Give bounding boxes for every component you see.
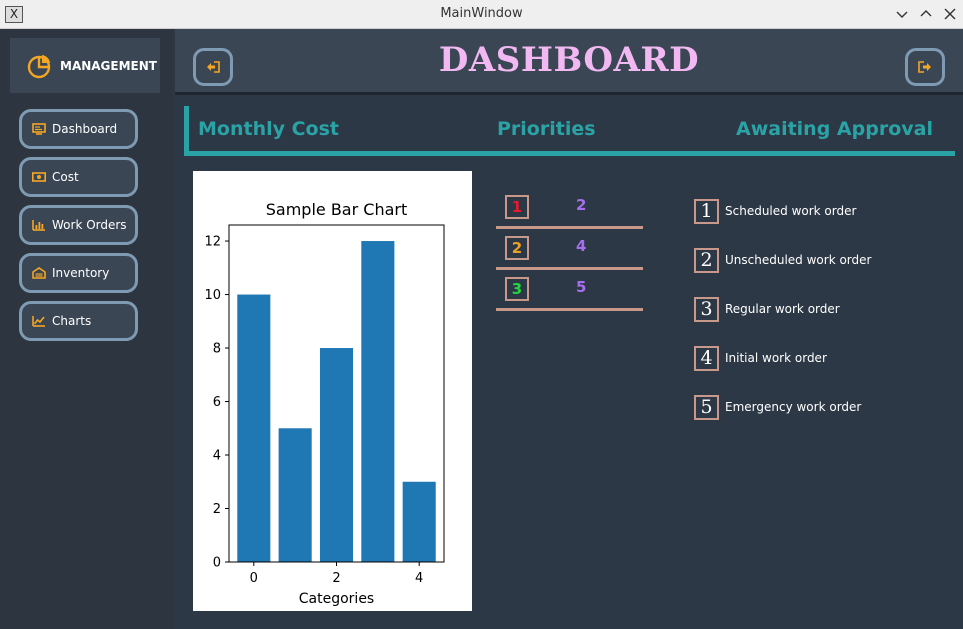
awaiting-number: 2 (694, 247, 719, 273)
awaiting-item: 3 Regular work order (694, 296, 840, 322)
tab-monthly-cost: Monthly Cost (198, 118, 339, 140)
close-button[interactable] (940, 4, 960, 24)
y-tick-label: 8 (213, 342, 221, 357)
y-tick-label: 12 (204, 235, 221, 250)
y-tick-label: 0 (213, 556, 221, 571)
chart-bar (237, 294, 271, 562)
awaiting-label: Scheduled work order (725, 204, 857, 218)
bar-chart-icon (32, 220, 45, 231)
bar-chart: Sample Bar Chart 0 2 4 6 8 10 12 0 2 4 Categories (204, 200, 445, 607)
sidebar-item-inventory[interactable]: Inventory (19, 253, 138, 293)
chevron-down-icon (896, 11, 908, 18)
window-title-bar: X MainWindow (0, 0, 963, 29)
awaiting-item: 4 Initial work order (694, 345, 827, 371)
brand-label: MANAGEMENT (60, 58, 157, 73)
sidebar-item-charts[interactable]: Charts (19, 301, 138, 341)
y-tick-label: 6 (213, 395, 221, 410)
monitor-icon (32, 123, 46, 135)
tab-priorities: Priorities (497, 118, 596, 140)
chart-bar (361, 241, 395, 563)
sidebar-item-cost[interactable]: Cost (19, 157, 138, 197)
window-title: MainWindow (440, 6, 523, 21)
sidebar-item-work-orders[interactable]: Work Orders (19, 205, 138, 245)
money-icon (32, 172, 46, 182)
line-chart-icon (32, 316, 45, 327)
tab-awaiting-approval: Awaiting Approval (736, 118, 933, 140)
awaiting-item: 5 Emergency work order (694, 394, 861, 420)
logout-button[interactable] (905, 48, 945, 86)
awaiting-number: 3 (694, 296, 719, 322)
x-tick-label: 4 (415, 571, 423, 586)
sidebar-item-label: Inventory (52, 266, 110, 280)
priority-rank: 2 (505, 236, 529, 260)
priority-rank: 3 (505, 277, 529, 301)
chevron-up-icon (920, 10, 932, 17)
awaiting-label: Emergency work order (725, 400, 862, 414)
priority-value: 5 (576, 278, 587, 296)
priority-row: 2 4 (496, 230, 643, 270)
page-header: DASHBOARD (175, 29, 963, 95)
page-title: DASHBOARD (438, 40, 700, 80)
priority-row: 1 2 (496, 189, 643, 229)
maximize-button[interactable] (916, 4, 936, 24)
sidebar: MANAGEMENT Dashboard Cost Work Orders In… (0, 29, 173, 629)
priority-row: 3 5 (496, 271, 643, 311)
chart-bar (402, 481, 436, 562)
y-tick-label: 10 (204, 288, 221, 303)
x-axis-label: Categories (299, 591, 374, 607)
awaiting-label: Initial work order (725, 351, 827, 365)
minimize-button[interactable] (892, 4, 912, 24)
awaiting-label: Regular work order (725, 302, 840, 316)
sidebar-item-dashboard[interactable]: Dashboard (19, 109, 138, 149)
awaiting-item: 1 Scheduled work order (694, 198, 856, 224)
awaiting-number: 4 (694, 345, 719, 371)
awaiting-label: Unscheduled work order (725, 253, 872, 267)
sign-out-icon (918, 61, 931, 73)
monthly-cost-chart: Sample Bar Chart 0 2 4 6 8 10 12 0 2 4 Categories (193, 171, 472, 611)
chart-title: Sample Bar Chart (266, 200, 408, 219)
warehouse-icon (32, 267, 46, 279)
priority-rank: 1 (505, 195, 529, 219)
sidebar-item-label: Cost (52, 170, 79, 184)
chart-bar (319, 348, 354, 562)
priority-value: 4 (576, 237, 587, 255)
awaiting-number: 1 (694, 198, 719, 224)
chart-bar (278, 428, 312, 562)
section-tabs: Monthly Cost Priorities Awaiting Approva… (184, 106, 955, 156)
y-tick-label: 4 (213, 449, 221, 464)
priority-value: 2 (576, 196, 587, 214)
sidebar-item-label: Work Orders (52, 218, 127, 232)
x-tick-label: 0 (250, 571, 258, 586)
awaiting-number: 5 (694, 394, 719, 420)
sidebar-item-label: Dashboard (52, 122, 118, 136)
sidebar-item-label: Charts (52, 314, 92, 328)
sidebar-brand: MANAGEMENT (10, 38, 160, 93)
close-icon (944, 8, 956, 20)
pie-chart-icon (27, 54, 51, 78)
y-tick-label: 2 (213, 502, 221, 517)
x-tick-label: 2 (332, 571, 340, 586)
awaiting-item: 2 Unscheduled work order (694, 247, 871, 273)
